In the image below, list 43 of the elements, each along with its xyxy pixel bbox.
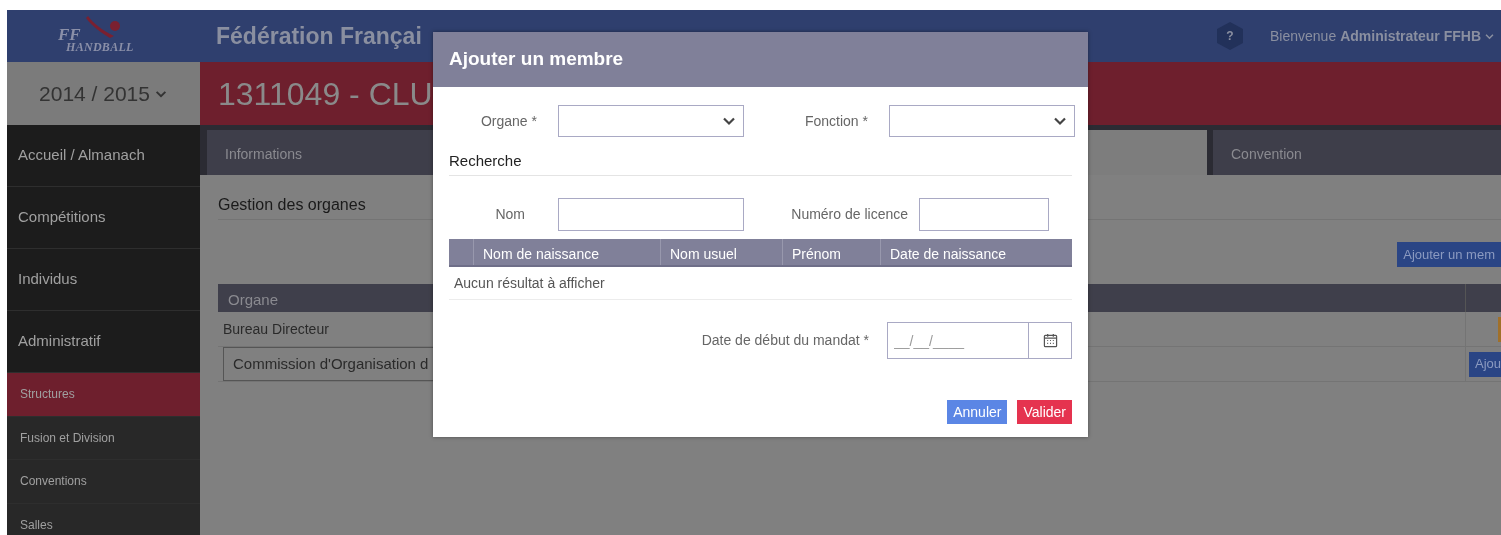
- confirm-button[interactable]: Valider: [1017, 400, 1072, 424]
- calendar-button[interactable]: [1029, 322, 1072, 359]
- season-selector[interactable]: 2014 / 2015: [7, 62, 200, 125]
- sidebar-item[interactable]: Fusion et Division: [7, 416, 200, 460]
- add-button[interactable]: Ajou: [1468, 351, 1501, 377]
- sidebar-item[interactable]: Structures: [7, 373, 200, 417]
- sidebar-item[interactable]: Administratif: [7, 311, 200, 373]
- app-title: Fédération Françai: [216, 21, 422, 51]
- field-label: Numéro de licence: [790, 205, 908, 224]
- sidebar-item[interactable]: Accueil / Almanach: [7, 125, 200, 187]
- dialog-title: Ajouter un membre: [449, 47, 624, 72]
- sidebar-item[interactable]: Salles: [7, 503, 200, 535]
- user-menu[interactable]: Administrateur FFHB: [1340, 25, 1495, 47]
- column-header: Nom usuel: [661, 239, 783, 265]
- date-field[interactable]: __/__/____: [887, 322, 1029, 359]
- cancel-button[interactable]: Annuler: [947, 400, 1008, 424]
- dropdown[interactable]: [558, 105, 744, 137]
- section-title: Gestion des organes: [218, 195, 366, 215]
- add-member-button[interactable]: Ajouter un mem: [1397, 242, 1501, 267]
- search-section-title: Recherche: [449, 152, 522, 169]
- welcome-text: Bienvenue: [1270, 26, 1337, 46]
- field-label: Nom: [494, 205, 525, 224]
- field-label: Organe *: [479, 111, 538, 131]
- sidebar-item[interactable]: Conventions: [7, 460, 200, 504]
- field-label: Fonction *: [803, 111, 869, 131]
- column-header: Organe: [227, 290, 279, 310]
- calendar-icon: [1042, 333, 1058, 348]
- tab[interactable]: Convention: [1213, 130, 1501, 175]
- sidebar-item[interactable]: Individus: [7, 249, 200, 311]
- empty-results-message: Aucun résultat à afficher: [454, 273, 605, 293]
- text-field[interactable]: [919, 198, 1049, 231]
- column-header: Prénom: [783, 239, 881, 265]
- text-field[interactable]: [558, 198, 744, 231]
- logo: FF HANDBALL: [56, 14, 151, 58]
- field-label: Date de début du mandat *: [701, 331, 869, 350]
- help-button[interactable]: ?: [1217, 22, 1244, 50]
- column-header: Date de naissance: [889, 245, 1007, 264]
- dropdown[interactable]: [889, 105, 1075, 137]
- structure-title: 1311049 - CLU: [218, 74, 433, 114]
- column-header: Nom de naissance: [474, 239, 661, 265]
- table-cell-text: Bureau Directeur: [223, 319, 329, 339]
- sidebar-item[interactable]: Compétitions: [7, 187, 200, 249]
- status-marker: [1498, 316, 1501, 342]
